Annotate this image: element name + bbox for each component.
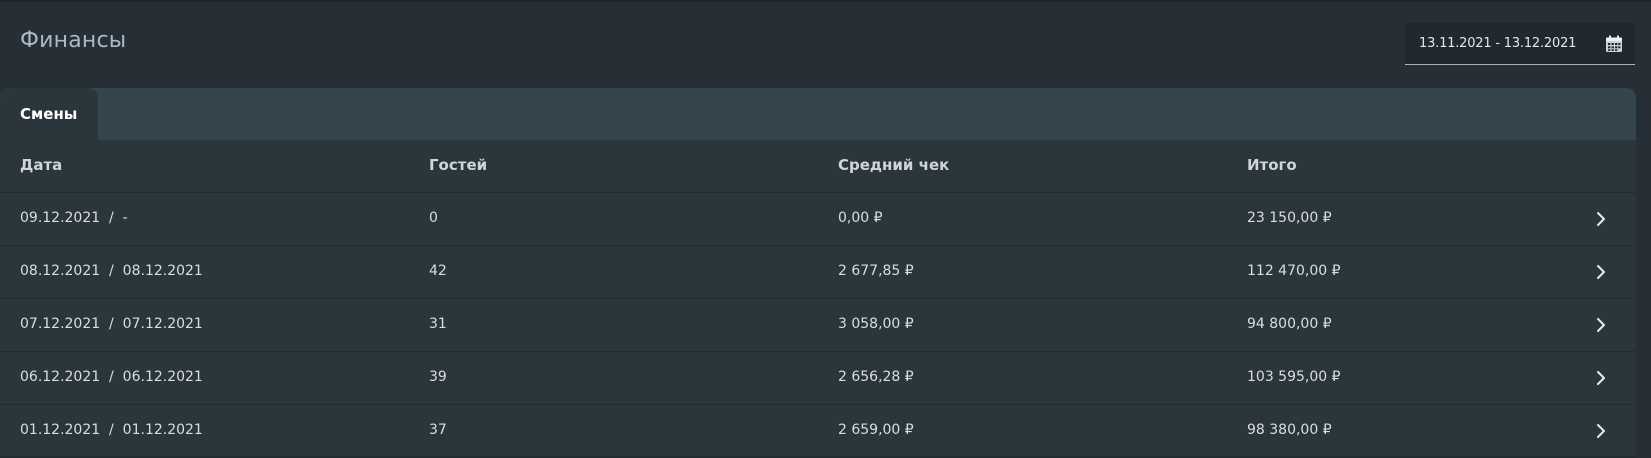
cell-guests: 0 bbox=[429, 210, 438, 226]
cell-avg-check: 0,00 ₽ bbox=[838, 210, 883, 226]
table-row[interactable]: 08.12.2021 / 08.12.2021 42 2 677,85 ₽ 11… bbox=[0, 246, 1636, 299]
table-row[interactable]: 06.12.2021 / 06.12.2021 39 2 656,28 ₽ 10… bbox=[0, 352, 1636, 405]
cell-date: 06.12.2021 / 06.12.2021 bbox=[20, 369, 203, 385]
tabs-bar: Смены bbox=[0, 88, 1636, 140]
date-range-picker[interactable]: 13.11.2021 - 13.12.2021 bbox=[1405, 23, 1635, 65]
column-header-avg-check: Средний чек bbox=[838, 156, 950, 174]
chevron-right-icon[interactable] bbox=[1594, 264, 1608, 280]
shifts-table: Дата Гостей Средний чек Итого 09.12.2021… bbox=[0, 140, 1636, 458]
tab-shifts[interactable]: Смены bbox=[0, 88, 98, 140]
page-header: Финансы 13.11.2021 - 13.12.2021 bbox=[0, 2, 1651, 86]
chevron-right-icon[interactable] bbox=[1594, 317, 1608, 333]
cell-guests: 31 bbox=[429, 316, 447, 332]
cell-total: 103 595,00 ₽ bbox=[1247, 369, 1341, 385]
cell-total: 98 380,00 ₽ bbox=[1247, 422, 1332, 438]
column-header-date: Дата bbox=[20, 156, 63, 174]
tab-shifts-label: Смены bbox=[20, 105, 78, 123]
cell-date: 09.12.2021 / - bbox=[20, 210, 128, 226]
table-row[interactable]: 01.12.2021 / 01.12.2021 37 2 659,00 ₽ 98… bbox=[0, 405, 1636, 458]
cell-total: 94 800,00 ₽ bbox=[1247, 316, 1332, 332]
cell-guests: 37 bbox=[429, 422, 447, 438]
cell-date: 07.12.2021 / 07.12.2021 bbox=[20, 316, 203, 332]
table-row[interactable]: 07.12.2021 / 07.12.2021 31 3 058,00 ₽ 94… bbox=[0, 299, 1636, 352]
finance-card: Смены Дата Гостей Средний чек Итого 09.1… bbox=[0, 88, 1636, 458]
chevron-right-icon[interactable] bbox=[1594, 370, 1608, 386]
table-row[interactable]: 09.12.2021 / - 0 0,00 ₽ 23 150,00 ₽ bbox=[0, 193, 1636, 246]
calendar-icon[interactable] bbox=[1605, 35, 1623, 53]
cell-total: 23 150,00 ₽ bbox=[1247, 210, 1332, 226]
chevron-right-icon[interactable] bbox=[1594, 423, 1608, 439]
column-header-guests: Гостей bbox=[429, 156, 488, 174]
cell-avg-check: 3 058,00 ₽ bbox=[838, 316, 914, 332]
cell-date: 01.12.2021 / 01.12.2021 bbox=[20, 422, 203, 438]
cell-date: 08.12.2021 / 08.12.2021 bbox=[20, 263, 203, 279]
column-header-total: Итого bbox=[1247, 156, 1297, 174]
chevron-right-icon[interactable] bbox=[1594, 211, 1608, 227]
cell-avg-check: 2 659,00 ₽ bbox=[838, 422, 914, 438]
cell-guests: 42 bbox=[429, 263, 447, 279]
table-header: Дата Гостей Средний чек Итого bbox=[0, 140, 1636, 193]
page-title: Финансы bbox=[20, 28, 127, 53]
cell-avg-check: 2 677,85 ₽ bbox=[838, 263, 914, 279]
cell-total: 112 470,00 ₽ bbox=[1247, 263, 1341, 279]
date-range-value[interactable]: 13.11.2021 - 13.12.2021 bbox=[1419, 36, 1576, 51]
cell-guests: 39 bbox=[429, 369, 447, 385]
cell-avg-check: 2 656,28 ₽ bbox=[838, 369, 914, 385]
